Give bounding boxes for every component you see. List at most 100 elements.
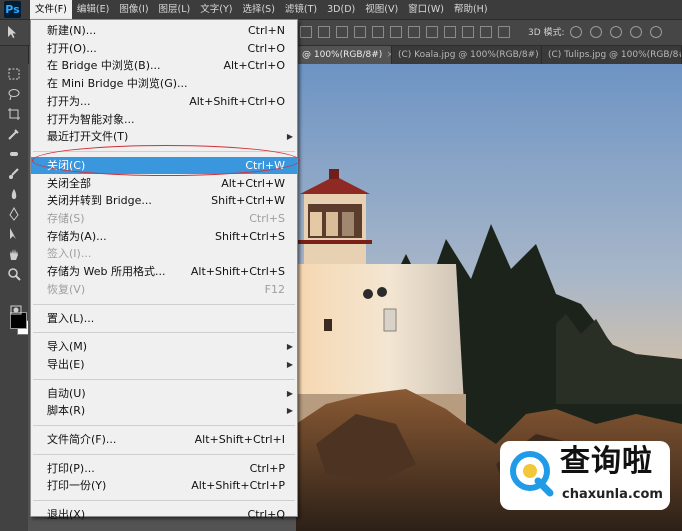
menu-7[interactable]: 3D(D): [322, 0, 360, 19]
file-menu-item[interactable]: 打开(O)... Ctrl+O: [31, 40, 297, 57]
file-menu-item[interactable]: 置入(L)...: [31, 310, 297, 327]
menu-item-shortcut: Ctrl+N: [247, 24, 285, 37]
menu-item-label: 退出(X): [47, 508, 86, 522]
annotation-oval: [32, 145, 300, 176]
healing-brush-tool-icon[interactable]: [6, 146, 22, 162]
menu-separator: [33, 378, 295, 380]
scale-3d-icon[interactable]: [650, 26, 662, 38]
menu-item-label: 新建(N)...: [47, 24, 97, 37]
menu-item-label: 打印一份(Y): [47, 479, 107, 493]
align-top-icon[interactable]: [300, 26, 312, 38]
submenu-arrow-icon: ▶: [286, 406, 293, 416]
align-bottom-icon[interactable]: [336, 26, 348, 38]
quick-mask-icon[interactable]: [8, 302, 24, 318]
menu-9[interactable]: 窗口(W): [403, 0, 449, 19]
file-menu-item[interactable]: 导入(M) ▶: [31, 338, 297, 355]
menu-10[interactable]: 帮助(H): [449, 0, 493, 19]
file-menu-item[interactable]: 打开为智能对象...: [31, 111, 297, 128]
menu-item-shortcut: Alt+Ctrl+O: [223, 59, 285, 73]
menu-item-label: 在 Bridge 中浏览(B)...: [47, 59, 161, 73]
distribute-left-icon[interactable]: [462, 26, 474, 38]
menu-item-label: 存储为 Web 所用格式...: [47, 265, 166, 279]
menu-item-shortcut: F12: [264, 282, 285, 296]
file-menu-item[interactable]: 打印(P)... Ctrl+P: [31, 460, 297, 477]
file-menu-item[interactable]: 打开为... Alt+Shift+Ctrl+O: [31, 93, 297, 110]
menu-1[interactable]: 编辑(E): [72, 0, 114, 19]
tab-tulips[interactable]: (C) Tulips.jpg @ 100%(RGB/8#)×: [542, 46, 682, 64]
menu-separator: [33, 500, 295, 502]
orbit-3d-icon[interactable]: [570, 26, 582, 38]
marquee-tool-icon[interactable]: [6, 66, 22, 82]
file-menu-item[interactable]: 存储为 Web 所用格式... Alt+Shift+Ctrl+S: [31, 263, 297, 280]
hand-tool-icon[interactable]: [6, 246, 22, 262]
align-hcenter-icon[interactable]: [372, 26, 384, 38]
menu-6[interactable]: 滤镜(T): [280, 0, 322, 19]
file-menu-item[interactable]: 新建(N)... Ctrl+N: [31, 22, 297, 39]
menu-item-label: 存储为(A)...: [47, 229, 107, 243]
roll-3d-icon[interactable]: [590, 26, 602, 38]
submenu-arrow-icon: ▶: [286, 132, 293, 142]
menu-item-label: 最近打开文件(T): [47, 130, 129, 144]
menu-item-label: 自动(U): [47, 386, 86, 400]
crop-tool-icon[interactable]: [6, 106, 22, 122]
blur-tool-icon[interactable]: [6, 186, 22, 202]
zoom-tool-icon[interactable]: [6, 266, 22, 282]
file-menu-item[interactable]: 最近打开文件(T) ▶: [31, 128, 297, 145]
file-menu-item[interactable]: 在 Mini Bridge 中浏览(G)...: [31, 75, 297, 92]
align-vcenter-icon[interactable]: [318, 26, 330, 38]
file-menu-item[interactable]: 打印一份(Y) Alt+Shift+Ctrl+P: [31, 477, 297, 494]
menu-item-label: 签入(I)...: [47, 247, 92, 261]
menu-item-shortcut: Ctrl+Q: [247, 508, 285, 522]
distribute-vcenter-icon[interactable]: [426, 26, 438, 38]
pen-tool-icon[interactable]: [6, 206, 22, 222]
submenu-arrow-icon: ▶: [286, 359, 293, 369]
menu-item-shortcut: Alt+Shift+Ctrl+O: [189, 94, 285, 108]
menu-separator: [33, 303, 295, 305]
distribute-right-icon[interactable]: [498, 26, 510, 38]
file-menu-item[interactable]: 脚本(R) ▶: [31, 402, 297, 419]
menu-item-shortcut: Shift+Ctrl+S: [215, 229, 285, 243]
menu-item-label: 关闭全部: [47, 176, 91, 190]
brush-tool-icon[interactable]: [6, 166, 22, 182]
menu-8[interactable]: 视图(V): [360, 0, 403, 19]
menu-2[interactable]: 图像(I): [114, 0, 153, 19]
file-menu-item[interactable]: 导出(E) ▶: [31, 356, 297, 373]
distribute-top-icon[interactable]: [408, 26, 420, 38]
distribute-bottom-icon[interactable]: [444, 26, 456, 38]
menu-items: 文件(F) 编辑(E) 图像(I) 图层(L) 文字(Y) 选择(S) 滤镜(T) 3D(D)…: [30, 0, 493, 19]
file-menu-item[interactable]: 关闭全部 Alt+Ctrl+W: [31, 175, 297, 192]
menu-5[interactable]: 选择(S): [237, 0, 279, 19]
menu-item-label: 导入(M): [47, 340, 88, 354]
watermark-url: chaxunla.com: [562, 487, 663, 502]
3d-mode-label: 3D 模式:: [528, 28, 565, 38]
menu-0[interactable]: 文件(F): [30, 0, 72, 19]
file-menu-item[interactable]: 关闭并转到 Bridge... Shift+Ctrl+W: [31, 192, 297, 209]
file-menu-item[interactable]: 存储为(A)... Shift+Ctrl+S: [31, 228, 297, 245]
align-right-icon[interactable]: [390, 26, 402, 38]
file-menu-item: 恢复(V) F12: [31, 281, 297, 298]
menu-4[interactable]: 文字(Y): [195, 0, 237, 19]
drag-3d-icon[interactable]: [610, 26, 622, 38]
distribute-hcenter-icon[interactable]: [480, 26, 492, 38]
tab-koala[interactable]: (C) Koala.jpg @ 100%(RGB/8#)×: [392, 46, 542, 64]
lasso-tool-icon[interactable]: [6, 86, 22, 102]
submenu-arrow-icon: ▶: [286, 342, 293, 352]
file-menu-item[interactable]: 在 Bridge 中浏览(B)... Alt+Ctrl+O: [31, 57, 297, 74]
eyedropper-tool-icon[interactable]: [6, 126, 22, 142]
move-tool-icon[interactable]: [4, 24, 20, 40]
align-left-icon[interactable]: [354, 26, 366, 38]
menu-item-shortcut: Alt+Ctrl+W: [221, 176, 285, 190]
tab-label: @ 100%(RGB/8#): [302, 50, 383, 60]
tab-lighthouse[interactable]: @ 100%(RGB/8#)×: [296, 46, 392, 64]
file-menu-item: 签入(I)...: [31, 245, 297, 262]
menu-item-label: 打开为...: [47, 94, 91, 108]
photoshop-logo: Ps: [4, 1, 21, 18]
path-selection-tool-icon[interactable]: [6, 226, 22, 242]
menu-item-label: 导出(E): [47, 357, 85, 371]
file-menu-item[interactable]: 自动(U) ▶: [31, 385, 297, 402]
file-menu-item[interactable]: 文件简介(F)... Alt+Shift+Ctrl+I: [31, 431, 297, 448]
slide-3d-icon[interactable]: [630, 26, 642, 38]
menu-item-label: 恢复(V): [47, 282, 86, 296]
file-menu-item[interactable]: 退出(X) Ctrl+Q: [31, 506, 297, 523]
menu-3[interactable]: 图层(L): [154, 0, 196, 19]
